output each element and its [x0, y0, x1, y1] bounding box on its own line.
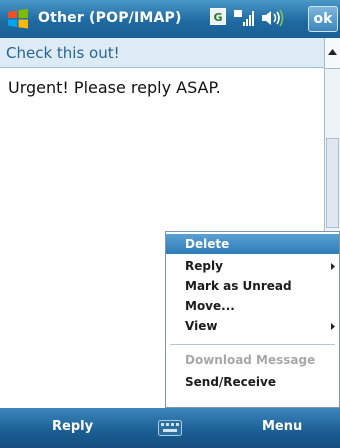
signal-icon[interactable] [234, 8, 256, 28]
scroll-thumb[interactable] [326, 138, 339, 228]
menu-separator [170, 344, 335, 345]
gprs-icon[interactable]: G [210, 8, 226, 26]
menu-item-label: Delete [185, 237, 230, 251]
menu-item-send-receive[interactable]: Send/Receive [166, 372, 339, 392]
submenu-arrow-icon [331, 323, 335, 330]
ok-button[interactable]: ok [308, 6, 338, 32]
menu-softkey[interactable]: Menu [262, 419, 302, 434]
title-bar: Other (POP/IMAP) G ok [0, 0, 340, 38]
scroll-up-button[interactable] [325, 38, 340, 69]
context-menu: Delete Reply Mark as Unread Move... View… [165, 231, 340, 408]
menu-item-label: View [185, 319, 218, 333]
arrow-up-icon [328, 49, 337, 55]
svg-text:G: G [213, 11, 222, 24]
menu-item-label: Mark as Unread [185, 279, 292, 293]
softkey-bar: Reply Menu [0, 408, 340, 448]
menu-item-delete[interactable]: Delete [166, 234, 339, 254]
menu-item-move[interactable]: Move... [166, 296, 339, 316]
windows-start-icon[interactable] [6, 7, 30, 31]
menu-item-mark-as-unread[interactable]: Mark as Unread [166, 276, 339, 296]
menu-item-label: Reply [185, 259, 223, 273]
menu-item-view[interactable]: View [166, 316, 339, 336]
message-subject: Check this out! [6, 44, 120, 62]
menu-item-reply[interactable]: Reply [166, 256, 339, 276]
keyboard-icon[interactable] [158, 420, 182, 436]
volume-icon[interactable] [260, 8, 286, 28]
menu-item-label: Download Message [185, 353, 316, 367]
submenu-arrow-icon [331, 263, 335, 270]
menu-item-label: Move... [185, 299, 235, 313]
menu-item-download-message: Download Message [166, 350, 339, 370]
subject-bar: Check this out! [0, 38, 324, 68]
message-body: Urgent! Please reply ASAP. [8, 78, 221, 97]
reply-softkey[interactable]: Reply [52, 419, 93, 434]
screen: Other (POP/IMAP) G ok Check this out! Ur… [0, 0, 340, 448]
menu-item-label: Send/Receive [185, 375, 277, 389]
app-title: Other (POP/IMAP) [38, 10, 182, 26]
